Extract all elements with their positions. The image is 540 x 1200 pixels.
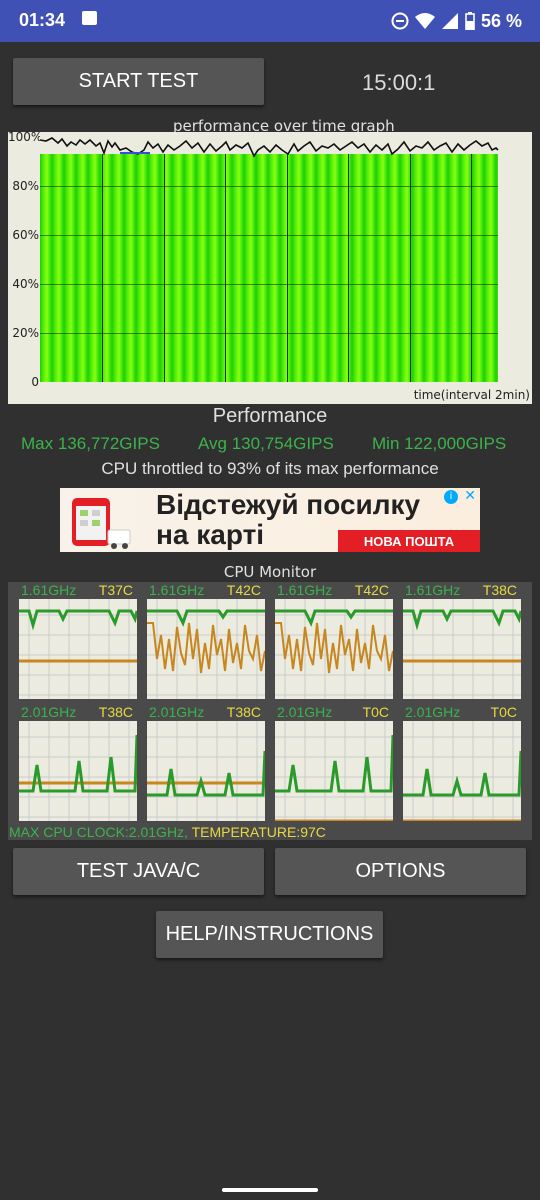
throttle-message: CPU throttled to 93% of its max performa… [101,459,439,478]
core-usage-graph [19,721,137,821]
core-frequency: 2.01GHz [21,704,77,720]
y-label-100: 100% [8,130,43,144]
core-usage-graph [403,721,521,821]
gridline [287,137,288,382]
image-icon [82,11,97,25]
cpu-monitor-footer: MAX CPU CLOCK:2.01GHz, TEMPERATURE:97C [9,824,326,840]
max-temperature: TEMPERATURE:97C [191,824,326,840]
cpu-core-graph: 1.61GHz T37C [19,582,137,700]
test-java-c-button[interactable]: TEST JAVA/C [13,848,264,895]
core-temperature: T42C [354,582,389,598]
core-frequency: 2.01GHz [405,704,461,720]
x-axis-label: time(interval 2min) [413,388,530,402]
min-performance: Min 122,000GIPS [372,434,507,453]
wifi-icon [414,13,435,29]
delivery-illustration-icon [72,498,131,549]
core-usage-graph [147,721,265,821]
cpu-core-graph: 1.61GHz T42C [275,582,393,700]
core-usage-graph [19,599,137,699]
clock: 01:34 [19,10,66,30]
gridline [40,235,498,236]
options-button[interactable]: OPTIONS [275,848,526,895]
battery-icon [465,12,475,30]
gridline [164,137,165,382]
core-frequency: 2.01GHz [149,704,205,720]
core-frequency: 1.61GHz [277,582,333,598]
core-usage-graph [147,599,265,699]
gridline [225,137,226,382]
y-label-60: 60% [12,228,39,242]
cpu-core-graph: 1.61GHz T38C [403,582,521,700]
ad-banner[interactable]: Відстежуй посилку на карті НОВА ПОШТА i … [60,488,480,552]
cpu-core-graph: 2.01GHz T38C [147,704,265,822]
test-timer: 15:00:1 [362,70,436,95]
max-performance: Max 136,772GIPS [21,434,160,453]
core-temperature: T38C [98,704,133,720]
core-temperature: T42C [226,582,261,598]
y-label-80: 80% [12,179,39,193]
ad-line-1: Відстежуй посилку [156,489,421,520]
ad-info-icon[interactable]: i [444,490,458,504]
gridline [40,284,498,285]
cpu-monitor-title: CPU Monitor [223,563,317,581]
cpu-core-graph: 2.01GHz T0C [403,704,521,822]
avg-performance: Avg 130,754GIPS [198,434,334,453]
core-usage-graph [275,721,393,821]
ad-brand-label: НОВА ПОШТА [338,530,480,552]
performance-line [40,132,500,158]
cpu-monitor-panel: 1.61GHz T37C 1.61GHz T42C 1.61GHz T42C 1.61GHz… [8,582,532,840]
status-bar: 01:34 56 % [0,0,540,42]
performance-title: Performance [212,405,328,427]
gridline [348,137,349,382]
core-frequency: 2.01GHz [277,704,333,720]
cpu-core-graph: 2.01GHz T0C [275,704,393,822]
cpu-core-graph: 1.61GHz T42C [147,582,265,700]
core-temperature: T38C [482,582,517,598]
y-label-40: 40% [12,277,39,291]
core-frequency: 1.61GHz [405,582,461,598]
graph-plot-area [40,137,498,382]
gridline [102,137,103,382]
core-temperature: T37C [98,582,133,598]
gridline [471,137,472,382]
core-temperature: T0C [362,704,389,720]
core-usage-graph [403,599,521,699]
core-frequency: 1.61GHz [149,582,205,598]
core-temperature: T0C [490,704,517,720]
ad-close-icon[interactable]: ✕ [464,488,476,504]
gesture-navigation-bar[interactable] [222,1188,318,1192]
max-cpu-clock: MAX CPU CLOCK:2.01GHz, [9,824,188,840]
battery-percent: 56 % [480,10,522,31]
gridline [40,333,498,334]
y-label-20: 20% [12,326,39,340]
start-test-button[interactable]: START TEST [13,58,264,105]
help-instructions-button[interactable]: HELP/INSTRUCTIONS [156,911,383,958]
y-label-0: 0 [31,375,39,389]
do-not-disturb-icon [391,12,409,30]
signal-icon [441,13,458,29]
cpu-core-graph: 2.01GHz T38C [19,704,137,822]
status-icons: 56 % [391,9,522,33]
core-frequency: 1.61GHz [21,582,77,598]
performance-graph: 100% 80% 60% 40% 20% 0 time(interval 2mi… [8,130,532,404]
gridline [40,186,498,187]
core-temperature: T38C [226,704,261,720]
core-usage-graph [275,599,393,699]
gridline [410,137,411,382]
